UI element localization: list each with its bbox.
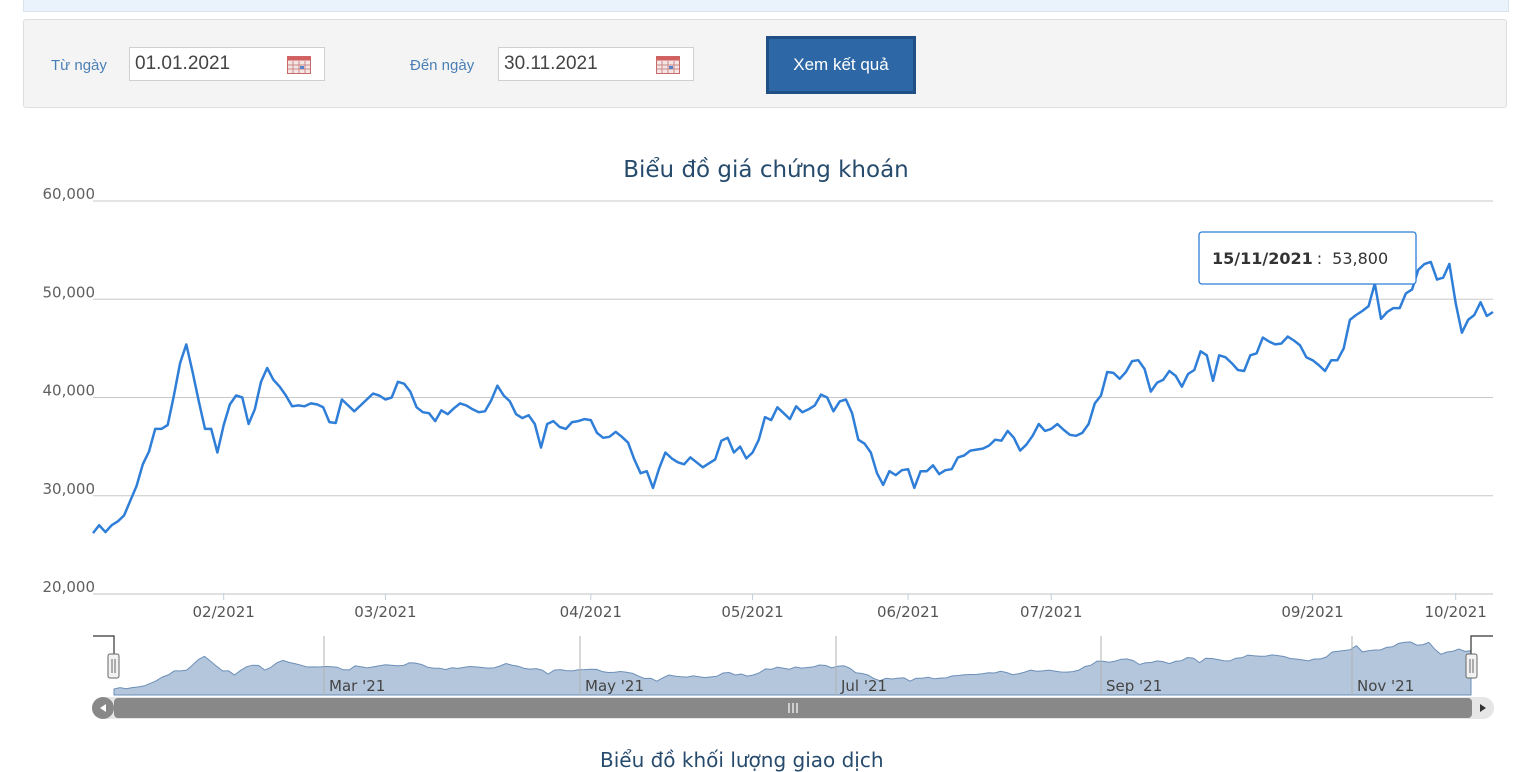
x-tick-label: 02/2021	[193, 603, 255, 621]
navigator-tick-label: Nov '21	[1357, 677, 1414, 695]
x-tick-label: 05/2021	[721, 603, 783, 621]
navigator-tick-label: May '21	[585, 677, 644, 695]
tooltip-value: 53,800	[1332, 249, 1388, 268]
y-tick-label: 60,000	[43, 185, 96, 203]
y-tick-label: 40,000	[43, 382, 96, 400]
y-tick-label: 30,000	[43, 480, 96, 498]
x-tick-label: 04/2021	[560, 603, 622, 621]
tooltip-text: 15/11/2021:53,800	[1212, 249, 1388, 268]
volume-chart-title: Biểu đồ khối lượng giao dịch	[600, 748, 884, 772]
scroll-left-button[interactable]	[92, 697, 114, 719]
x-tick-label: 10/2021	[1425, 603, 1487, 621]
navigator[interactable]: Mar '21 May '21 Jul '21 Sep '21 Nov '21	[93, 635, 1493, 696]
x-axis-labels: 02/2021 03/2021 04/2021 05/2021 06/2021 07/20…	[193, 594, 1487, 621]
scroll-right-button[interactable]	[1472, 697, 1494, 719]
navigator-handle-right[interactable]	[1465, 653, 1478, 679]
tooltip: 15/11/2021:53,800	[1198, 231, 1417, 285]
tooltip-separator: :	[1317, 249, 1322, 268]
y-axis-labels: 20,000 30,000 40,000 50,000 60,000	[43, 185, 96, 596]
x-tick-label: 03/2021	[354, 603, 416, 621]
navigator-handle-left[interactable]	[107, 653, 120, 679]
scrollbar[interactable]	[92, 697, 1494, 719]
navigator-tick-label: Mar '21	[329, 677, 385, 695]
price-chart: Biểu đồ giá chứng khoán 20,000 30,000 40,0…	[43, 157, 1494, 719]
navigator-tick-label: Jul '21	[840, 677, 887, 695]
x-tick-label: 06/2021	[877, 603, 939, 621]
y-tick-label: 20,000	[43, 578, 96, 596]
chart-title: Biểu đồ giá chứng khoán	[623, 157, 909, 183]
x-tick-label: 07/2021	[1020, 603, 1082, 621]
navigator-tick-label: Sep '21	[1106, 677, 1162, 695]
y-tick-label: 50,000	[43, 283, 96, 301]
x-tick-label: 09/2021	[1281, 603, 1343, 621]
navigator-area	[113, 641, 1472, 696]
tooltip-date: 15/11/2021	[1212, 249, 1313, 268]
